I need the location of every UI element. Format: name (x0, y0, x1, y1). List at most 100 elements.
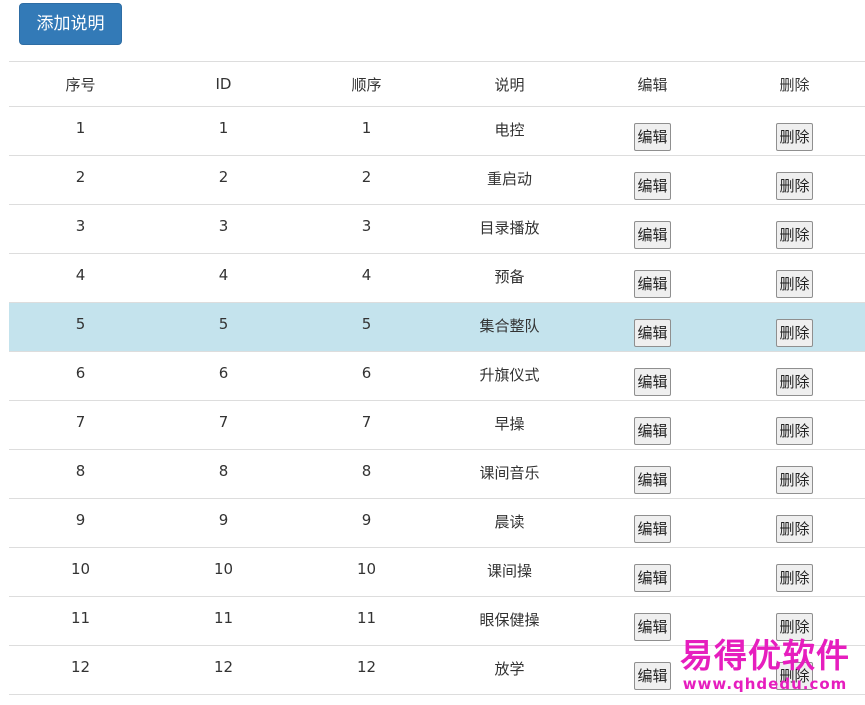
delete-button[interactable]: 删除 (776, 368, 813, 396)
cell-order: 4 (295, 253, 438, 303)
cell-index: 8 (9, 449, 152, 499)
cell-description: 预备 (438, 253, 581, 303)
cell-index: 5 (9, 302, 152, 352)
delete-button[interactable]: 删除 (776, 270, 813, 298)
cell-edit: 编辑 (581, 400, 724, 450)
cell-id: 4 (152, 253, 295, 303)
cell-description: 晨读 (438, 498, 581, 548)
cell-index: 2 (9, 155, 152, 205)
edit-button[interactable]: 编辑 (634, 662, 671, 690)
cell-index: 6 (9, 351, 152, 401)
cell-description: 课间音乐 (438, 449, 581, 499)
delete-button[interactable]: 删除 (776, 319, 813, 347)
table-row: 10 10 10 课间操 编辑 删除 (9, 547, 865, 597)
delete-button[interactable]: 删除 (776, 515, 813, 543)
delete-button[interactable]: 删除 (776, 172, 813, 200)
edit-button[interactable]: 编辑 (634, 515, 671, 543)
edit-button[interactable]: 编辑 (634, 123, 671, 151)
cell-id: 8 (152, 449, 295, 499)
cell-edit: 编辑 (581, 155, 724, 205)
table-row: 4 4 4 预备 编辑 删除 (9, 253, 865, 303)
cell-edit: 编辑 (581, 498, 724, 548)
cell-edit: 编辑 (581, 106, 724, 156)
cell-delete: 删除 (724, 498, 865, 548)
header-id: ID (152, 61, 295, 107)
cell-description: 课间操 (438, 547, 581, 597)
cell-edit: 编辑 (581, 302, 724, 352)
header-description: 说明 (438, 61, 581, 107)
cell-description: 放学 (438, 645, 581, 695)
table-row: 6 6 6 升旗仪式 编辑 删除 (9, 351, 865, 401)
watermark-title: 易得优软件 (680, 636, 850, 675)
table-row: 7 7 7 早操 编辑 删除 (9, 400, 865, 450)
edit-button[interactable]: 编辑 (634, 319, 671, 347)
cell-index: 9 (9, 498, 152, 548)
edit-button[interactable]: 编辑 (634, 564, 671, 592)
cell-index: 7 (9, 400, 152, 450)
table-header: 序号 ID 顺序 说明 编辑 删除 (9, 61, 865, 107)
table-body: 1 1 1 电控 编辑 删除 2 2 2 重启动 编辑 删除 3 3 3 目录播放 编辑 删除 4 4 4 预备 编辑 删除 5… (9, 106, 865, 695)
cell-id: 10 (152, 547, 295, 597)
cell-description: 集合整队 (438, 302, 581, 352)
cell-id: 11 (152, 596, 295, 646)
delete-button[interactable]: 删除 (776, 221, 813, 249)
delete-button[interactable]: 删除 (776, 417, 813, 445)
cell-index: 12 (9, 645, 152, 695)
cell-order: 8 (295, 449, 438, 499)
cell-index: 1 (9, 106, 152, 156)
cell-order: 9 (295, 498, 438, 548)
edit-button[interactable]: 编辑 (634, 270, 671, 298)
table-row: 5 5 5 集合整队 编辑 删除 (9, 302, 865, 352)
cell-delete: 删除 (724, 547, 865, 597)
watermark-url: www.qhdedu.com (682, 675, 848, 693)
cell-id: 3 (152, 204, 295, 254)
cell-edit: 编辑 (581, 449, 724, 499)
cell-delete: 删除 (724, 351, 865, 401)
table-row: 8 8 8 课间音乐 编辑 删除 (9, 449, 865, 499)
delete-button[interactable]: 删除 (776, 564, 813, 592)
edit-button[interactable]: 编辑 (634, 172, 671, 200)
cell-delete: 删除 (724, 106, 865, 156)
cell-order: 7 (295, 400, 438, 450)
edit-button[interactable]: 编辑 (634, 221, 671, 249)
cell-order: 11 (295, 596, 438, 646)
cell-delete: 删除 (724, 204, 865, 254)
cell-order: 1 (295, 106, 438, 156)
cell-index: 3 (9, 204, 152, 254)
cell-edit: 编辑 (581, 253, 724, 303)
description-table: 序号 ID 顺序 说明 编辑 删除 1 1 1 电控 编辑 删除 2 2 2 重启动 编辑 删除 3 3 3… (9, 61, 865, 695)
header-delete: 删除 (724, 61, 865, 107)
cell-delete: 删除 (724, 302, 865, 352)
add-description-button[interactable]: 添加说明 (19, 3, 122, 45)
header-order: 顺序 (295, 61, 438, 107)
cell-id: 12 (152, 645, 295, 695)
table-row: 3 3 3 目录播放 编辑 删除 (9, 204, 865, 254)
cell-order: 3 (295, 204, 438, 254)
edit-button[interactable]: 编辑 (634, 368, 671, 396)
cell-id: 1 (152, 106, 295, 156)
delete-button[interactable]: 删除 (776, 466, 813, 494)
cell-description: 目录播放 (438, 204, 581, 254)
cell-id: 7 (152, 400, 295, 450)
edit-button[interactable]: 编辑 (634, 466, 671, 494)
cell-delete: 删除 (724, 449, 865, 499)
cell-delete: 删除 (724, 155, 865, 205)
cell-description: 眼保健操 (438, 596, 581, 646)
cell-edit: 编辑 (581, 351, 724, 401)
cell-index: 10 (9, 547, 152, 597)
table-row: 2 2 2 重启动 编辑 删除 (9, 155, 865, 205)
cell-description: 电控 (438, 106, 581, 156)
cell-order: 12 (295, 645, 438, 695)
edit-button[interactable]: 编辑 (634, 613, 671, 641)
table-row: 1 1 1 电控 编辑 删除 (9, 106, 865, 156)
cell-description: 早操 (438, 400, 581, 450)
edit-button[interactable]: 编辑 (634, 417, 671, 445)
cell-order: 5 (295, 302, 438, 352)
table-row: 9 9 9 晨读 编辑 删除 (9, 498, 865, 548)
cell-index: 11 (9, 596, 152, 646)
cell-description: 重启动 (438, 155, 581, 205)
cell-id: 9 (152, 498, 295, 548)
delete-button[interactable]: 删除 (776, 123, 813, 151)
cell-delete: 删除 (724, 253, 865, 303)
cell-order: 2 (295, 155, 438, 205)
